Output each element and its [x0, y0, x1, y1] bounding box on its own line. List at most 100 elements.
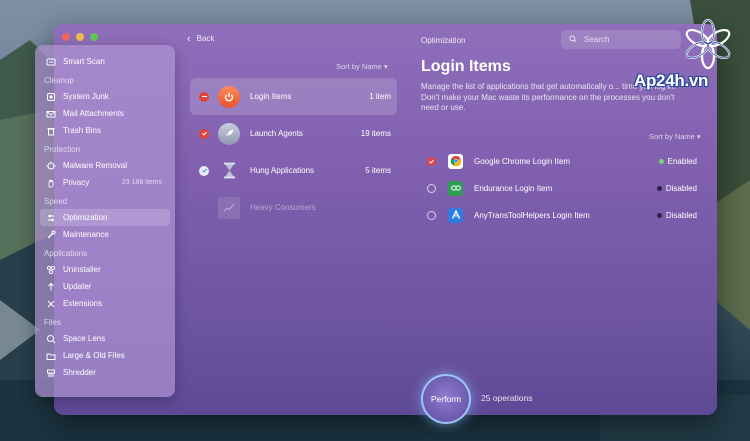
checkbox-checked-icon[interactable] [427, 156, 436, 166]
back-button[interactable]: ‹ Back [187, 32, 215, 45]
minimize-button[interactable] [76, 33, 84, 41]
sidebar-item-label: Trash Bins [63, 126, 101, 135]
category-label: Heavy Consumers [250, 203, 316, 212]
status-text: Enabled [667, 156, 697, 166]
sidebar-item-uninstaller[interactable]: Uninstaller [40, 261, 170, 278]
sidebar-item-maintenance[interactable]: Maintenance [40, 226, 170, 243]
malware-icon [46, 161, 56, 171]
trash-icon [46, 126, 56, 136]
sidebar-item-label: Smart Scan [63, 57, 105, 66]
sidebar-section-title: Speed [44, 197, 68, 206]
search-icon [569, 34, 577, 45]
perform-button[interactable]: Perform [421, 374, 471, 424]
operations-count: 25 operations [481, 393, 533, 403]
status-dot [658, 158, 664, 164]
category-label: Hung Applications [250, 166, 315, 175]
sidebar-item-label: Shredder [63, 368, 96, 377]
system-junk-icon [46, 92, 56, 102]
sidebar-section-title: Protection [44, 145, 81, 154]
category-count: 1 item [369, 92, 391, 101]
smart-scan-icon [46, 57, 56, 67]
optimization-icon [46, 213, 56, 223]
category-launch-agents[interactable]: Launch Agents 19 items [190, 115, 397, 152]
login-item-row[interactable]: Google Chrome Login Item Enabled [421, 152, 701, 170]
close-button[interactable] [62, 33, 70, 41]
sidebar-item-mail-attachments[interactable]: Mail Attachments [40, 105, 170, 122]
extensions-icon [46, 299, 56, 309]
status-text: Disabled [665, 183, 697, 193]
sidebar-item-label: Updater [63, 282, 92, 291]
checkbox-checked-icon[interactable] [199, 128, 209, 139]
empty-check-slot [199, 203, 209, 213]
checkbox-checked-blue-icon[interactable] [199, 165, 209, 176]
shredder-icon [46, 368, 56, 378]
login-item-label: AnyTransToolHelpers Login Item [474, 210, 590, 220]
space-lens-icon [46, 334, 56, 344]
category-heavy-consumers[interactable]: Heavy Consumers [190, 189, 397, 226]
sidebar-item-label: Malware Removal [63, 161, 128, 170]
category-count: 19 items [360, 129, 391, 138]
sidebar-item-trash-bins[interactable]: Trash Bins [40, 122, 170, 139]
sidebar-item-smart-scan[interactable]: Smart Scan [40, 53, 170, 70]
chrome-icon [448, 153, 463, 169]
sidebar-item-label: Extensions [63, 299, 103, 308]
sidebar-item-extensions[interactable]: Extensions [40, 295, 170, 312]
checkbox-unchecked-icon[interactable] [427, 183, 436, 193]
status-text: Disabled [665, 210, 697, 220]
sidebar-item-label: Uninstaller [63, 265, 101, 274]
category-count: 5 items [365, 166, 391, 175]
partial-check-icon[interactable] [199, 91, 209, 102]
category-hung-applications[interactable]: Hung Applications 5 items [190, 152, 397, 189]
sidebar-item-label: Maintenance [63, 230, 109, 239]
category-label: Login Items [250, 92, 292, 101]
category-login-items[interactable]: Login Items 1 item [190, 78, 397, 115]
sidebar-section-title: Applications [44, 249, 88, 258]
graph-icon [218, 196, 240, 219]
page-title: Login Items [421, 58, 511, 75]
back-label: Back [196, 34, 215, 43]
login-item-label: Endurance Login Item [474, 183, 553, 193]
checkbox-unchecked-icon[interactable] [427, 210, 436, 220]
sidebar-item-privacy[interactable]: Privacy 23 188 items [40, 174, 170, 191]
status-dot [656, 212, 662, 218]
status-badge: Disabled [656, 183, 697, 193]
rocket-icon [218, 122, 240, 145]
privacy-count: 23 188 items [121, 179, 162, 186]
sort-by-name-dropdown[interactable]: Sort by Name ▾ [336, 62, 388, 71]
watermark-text: Ap24h.vn [634, 71, 709, 90]
login-item-label: Google Chrome Login Item [474, 156, 571, 166]
anytrans-icon [448, 207, 463, 223]
sidebar-item-shredder[interactable]: Shredder [40, 364, 170, 381]
panel-caption: Optimization [421, 36, 466, 45]
category-label: Launch Agents [250, 129, 303, 138]
sidebar-item-label: Privacy [63, 178, 90, 187]
sidebar-item-system-junk[interactable]: System Junk [40, 88, 170, 105]
login-item-row[interactable]: Endurance Login Item Disabled [421, 179, 701, 197]
sidebar-section-title: Files [44, 318, 61, 327]
status-badge: Enabled [658, 156, 697, 166]
updater-icon [46, 282, 56, 292]
search-placeholder: Search [584, 35, 610, 44]
login-item-row[interactable]: AnyTransToolHelpers Login Item Disabled [421, 206, 701, 224]
status-dot [656, 185, 662, 191]
sidebar-item-label: Large & Old Files [63, 351, 125, 360]
power-icon [218, 85, 240, 108]
sidebar-item-label: Mail Attachments [63, 109, 124, 118]
hourglass-icon [218, 160, 240, 182]
sidebar: Smart Scan Cleanup System Junk Mail Atta… [35, 45, 175, 397]
status-badge: Disabled [656, 210, 697, 220]
sidebar-item-large-old-files[interactable]: Large & Old Files [40, 347, 170, 364]
window-controls [62, 33, 98, 41]
endurance-icon [448, 180, 463, 196]
sidebar-section-title: Cleanup [44, 76, 74, 85]
sidebar-item-malware-removal[interactable]: Malware Removal [40, 157, 170, 174]
mail-icon [46, 109, 56, 119]
zoom-button[interactable] [90, 33, 98, 41]
sidebar-item-space-lens[interactable]: Space Lens [40, 330, 170, 347]
sort-by-name-dropdown[interactable]: Sort by Name ▾ [649, 132, 701, 141]
chevron-left-icon: ‹ [187, 32, 191, 45]
sidebar-item-updater[interactable]: Updater [40, 278, 170, 295]
sidebar-item-label: System Junk [63, 92, 109, 101]
privacy-hand-icon [46, 178, 56, 188]
sidebar-item-optimization[interactable]: Optimization [40, 209, 170, 226]
